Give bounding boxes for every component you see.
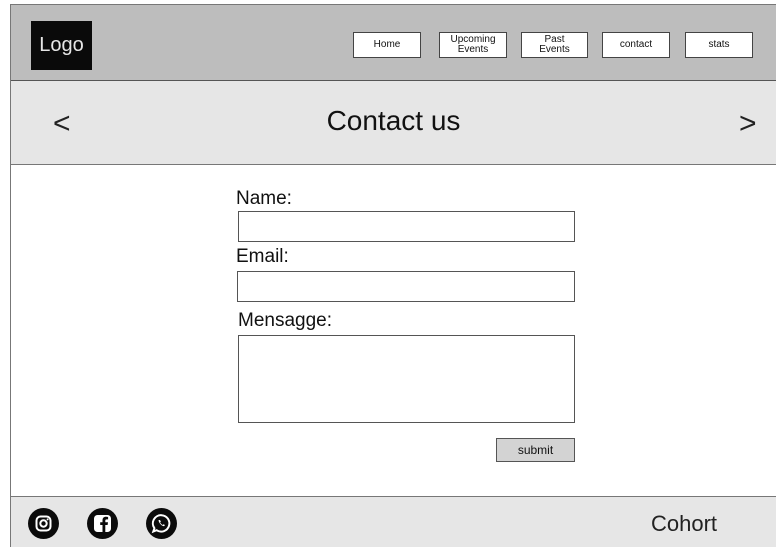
footer: Cohort	[11, 496, 776, 547]
facebook-icon[interactable]	[87, 508, 118, 539]
header: Logo Home Upcoming Events Past Events co…	[11, 5, 776, 81]
nav-home[interactable]: Home	[353, 32, 421, 58]
brand-name: Cohort	[651, 511, 718, 536]
nav-contact[interactable]: contact	[602, 32, 670, 58]
nav-past-events[interactable]: Past Events	[521, 32, 588, 58]
name-field[interactable]	[238, 211, 575, 242]
message-field[interactable]	[238, 335, 575, 423]
nav-stats[interactable]: stats	[685, 32, 753, 58]
email-field[interactable]	[237, 271, 575, 302]
instagram-icon[interactable]	[28, 508, 59, 539]
logo[interactable]: Logo	[31, 21, 92, 70]
page-banner: < Contact us >	[11, 81, 776, 165]
message-label: Mensagge:	[238, 310, 333, 331]
nav-upcoming-events[interactable]: Upcoming Events	[439, 32, 507, 58]
name-label: Name:	[236, 188, 292, 209]
email-label: Email:	[236, 246, 289, 267]
page-title: Contact us	[326, 105, 461, 136]
submit-button[interactable]: submit	[496, 438, 575, 462]
whatsapp-icon[interactable]	[146, 508, 177, 539]
next-arrow[interactable]: >	[739, 107, 757, 141]
